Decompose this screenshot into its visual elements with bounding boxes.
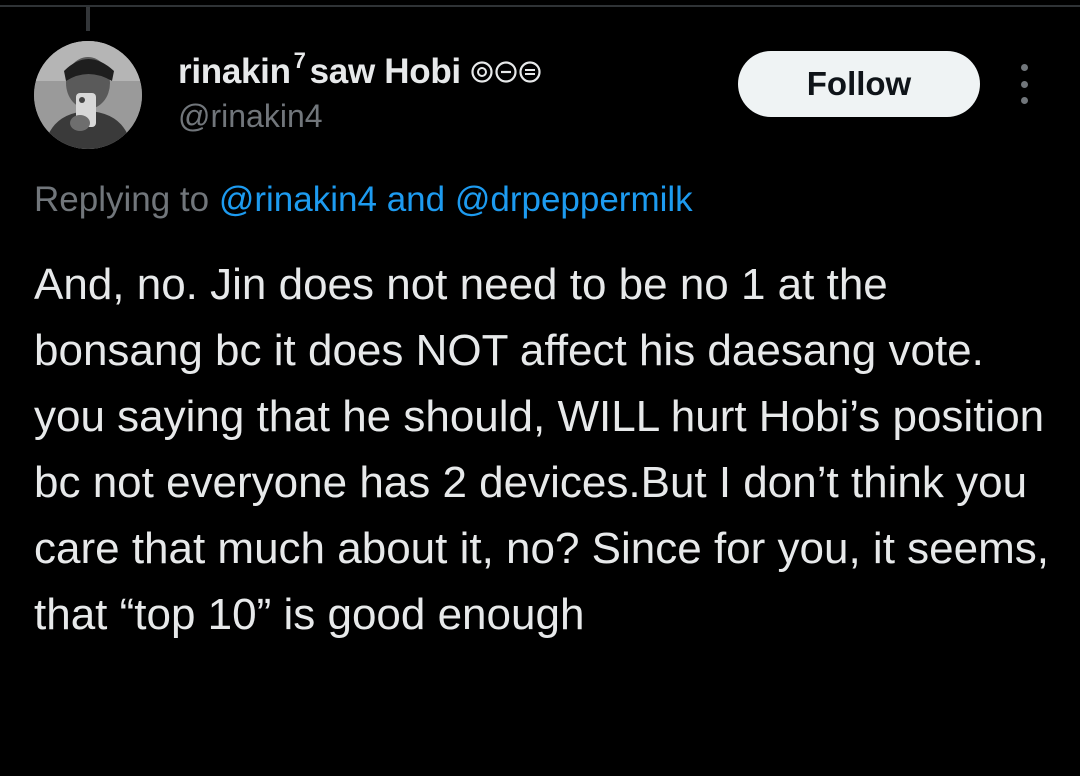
more-vertical-icon[interactable] <box>1006 64 1042 104</box>
purple-face-emoji <box>519 61 541 83</box>
more-dot <box>1020 97 1028 104</box>
author-name-suffix[interactable]: saw Hobi <box>310 52 462 92</box>
replying-to-label: Replying to <box>34 180 210 219</box>
author-handle[interactable]: @rinakin4 <box>178 98 323 135</box>
follow-button[interactable]: Follow <box>738 51 980 117</box>
purple-heart-emoji <box>495 61 517 83</box>
replying-to-line: Replying to @rinakin4 and @drpeppermilk <box>34 180 693 220</box>
author-name-row[interactable]: rinakin 7 saw Hobi <box>178 48 541 94</box>
avatar[interactable] <box>34 41 142 149</box>
more-dot <box>1020 80 1028 88</box>
reply-mention-joiner: and <box>386 180 446 219</box>
more-dot <box>1020 64 1028 71</box>
author-name-superscript: 7 <box>293 48 306 73</box>
author-emoji-badges <box>471 61 541 83</box>
avatar-photo <box>34 41 142 149</box>
top-divider <box>0 5 1080 7</box>
author-display-name[interactable]: rinakin <box>178 52 291 92</box>
purple-circle-emoji <box>471 61 493 83</box>
reply-mention-drpeppermilk[interactable]: @drpeppermilk <box>455 180 693 219</box>
reply-mention-rinakin4[interactable]: @rinakin4 <box>219 180 377 219</box>
thread-connector-line <box>86 7 90 31</box>
tweet-text: And, no. Jin does not need to be no 1 at… <box>34 260 1049 639</box>
